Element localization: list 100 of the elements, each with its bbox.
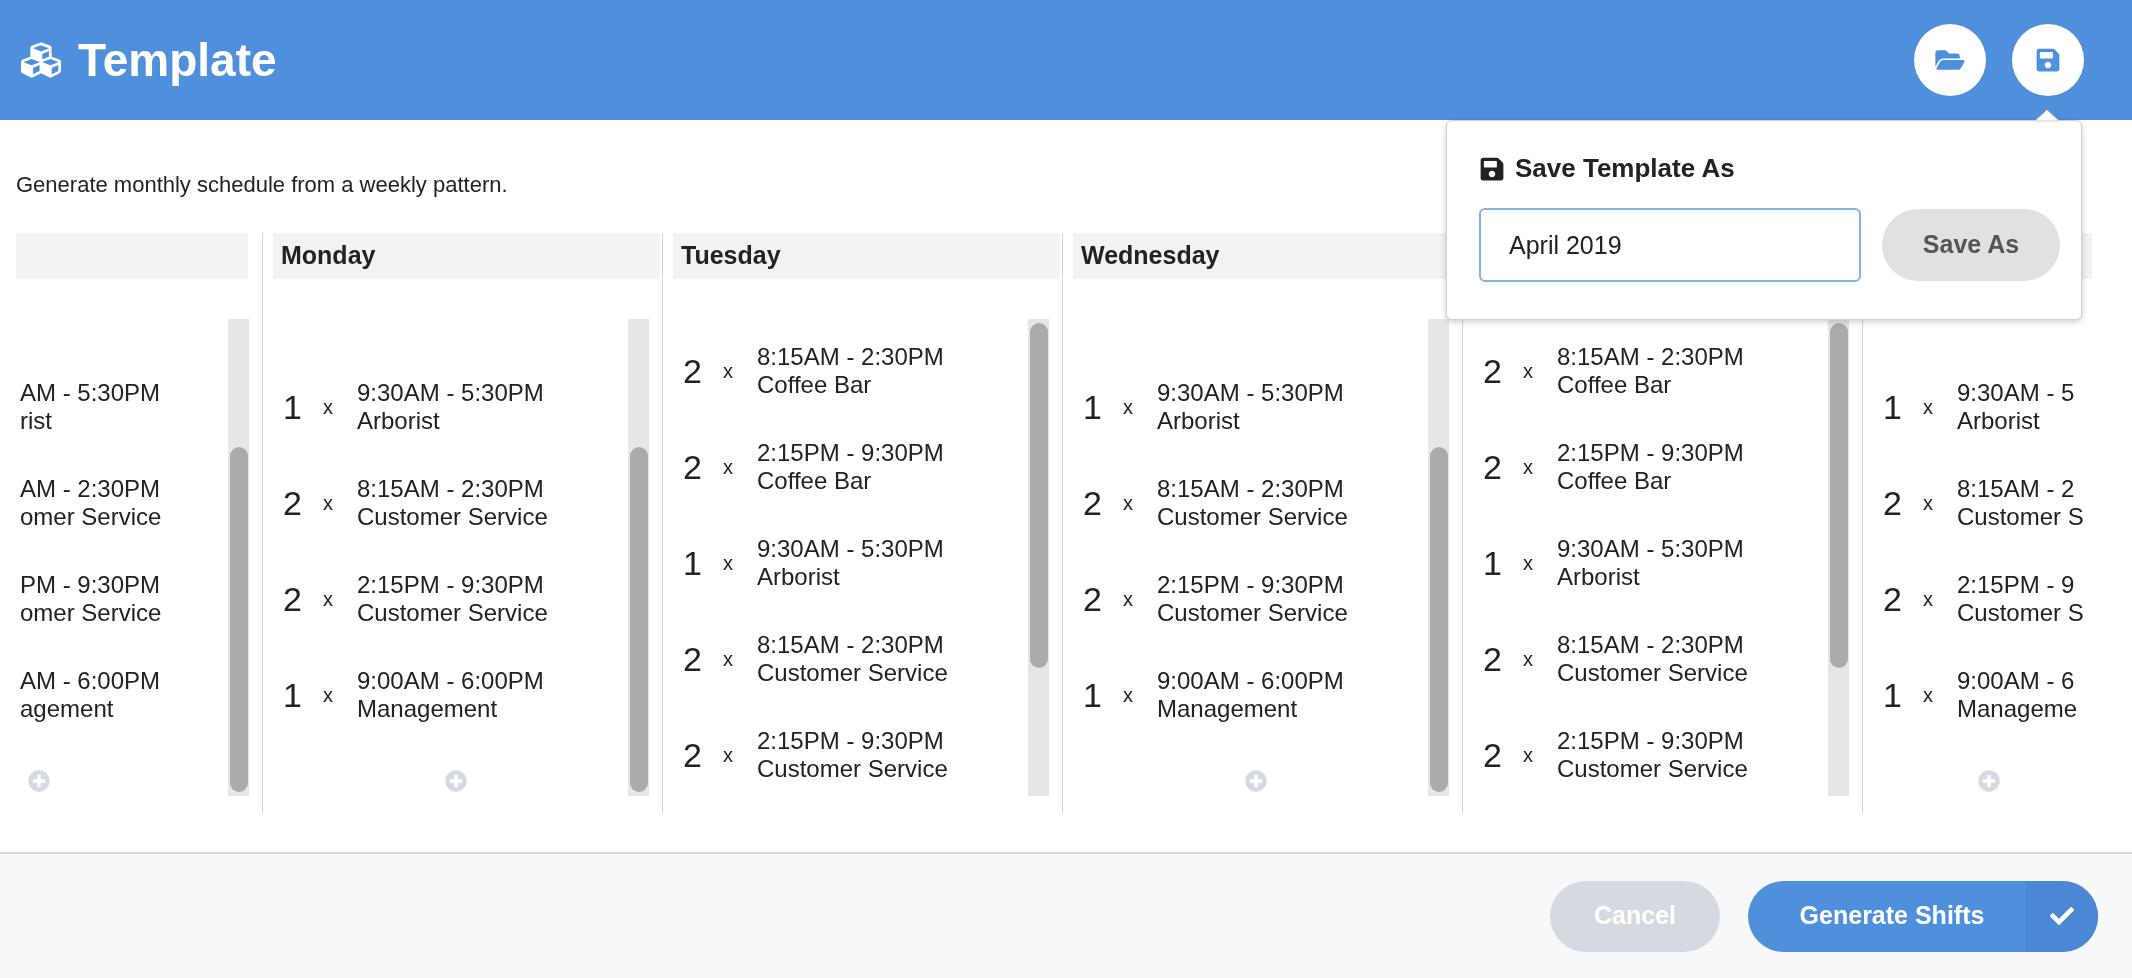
shift-time: PM - 9:30PM — [20, 571, 162, 599]
shift-role: omer Service — [20, 599, 162, 627]
shift-role: Management — [357, 695, 499, 723]
multiplier: x — [1123, 491, 1134, 516]
shift-role: Coffee Bar — [1557, 467, 1673, 495]
shift-role: Customer S — [1957, 599, 2084, 627]
shift-role: rist — [20, 407, 53, 435]
cubes-icon — [18, 40, 64, 80]
shift-role: Arborist — [1957, 407, 2041, 435]
shift-count: 1 — [683, 546, 703, 580]
multiplier: x — [1923, 395, 1934, 420]
save-as-button[interactable]: Save As — [1882, 209, 2060, 281]
folder-icon — [1935, 47, 1965, 73]
shift-time: 9:00AM - 6:00PM — [357, 667, 544, 695]
shift-role: Arborist — [1157, 407, 1241, 435]
shift-time: 8:15AM - 2:30PM — [1557, 631, 1745, 659]
shift-time: 9:00AM - 6:00PM — [1157, 667, 1344, 695]
shift-role: Coffee Bar — [757, 371, 873, 399]
shift-count: 2 — [1083, 486, 1103, 520]
shift-count: 2 — [1483, 354, 1503, 388]
multiplier: x — [1123, 587, 1134, 612]
shift-count: 2 — [283, 582, 303, 616]
shift-time: AM - 6:00PM — [20, 667, 161, 695]
shift-time: 2:15PM - 9:30PM — [357, 571, 545, 599]
shift-time: 8:15AM - 2 — [1957, 475, 2076, 503]
add-icon[interactable] — [1244, 770, 1267, 792]
multiplier: x — [1923, 683, 1934, 708]
shift-time: 2:15PM - 9:30PM — [1157, 571, 1345, 599]
shift-time: 2:15PM - 9:30PM — [1557, 439, 1744, 467]
shift-time: 2:15PM - 9:30PM — [757, 727, 945, 755]
shift-role: Customer Service — [357, 503, 548, 531]
shift-role: Arborist — [1557, 563, 1641, 591]
scrollbar[interactable] — [1828, 319, 1849, 796]
shift-time: 9:30AM - 5:30PM — [357, 379, 544, 407]
day-heading: Tuesday — [681, 240, 781, 272]
shift-count: 1 — [283, 678, 303, 712]
shift-count: 1 — [1083, 678, 1103, 712]
shift-role: Arborist — [357, 407, 441, 435]
multiplier: x — [323, 395, 334, 420]
shift-count: 2 — [683, 450, 703, 484]
multiplier: x — [1923, 587, 1934, 612]
shift-time: 8:15AM - 2:30PM — [357, 475, 545, 503]
multiplier: x — [1523, 551, 1534, 576]
multiplier: x — [1523, 743, 1534, 768]
shift-count: 2 — [683, 738, 703, 772]
multiplier: x — [323, 683, 334, 708]
popover-title: Save Template As — [1515, 152, 1735, 185]
scrollbar[interactable] — [1028, 319, 1049, 796]
shift-role: Customer Service — [357, 599, 548, 627]
shift-time: 9:30AM - 5:30PM — [1557, 535, 1744, 563]
scrollbar[interactable] — [228, 319, 249, 796]
shift-time: 9:30AM - 5:30PM — [1157, 379, 1344, 407]
shift-role: Management — [1157, 695, 1299, 723]
add-icon[interactable] — [28, 770, 50, 792]
shift-count: 2 — [1483, 642, 1503, 676]
multiplier: x — [723, 455, 734, 480]
shift-count: 2 — [1083, 582, 1103, 616]
shift-count: 2 — [1483, 738, 1503, 772]
shift-count: 2 — [283, 486, 303, 520]
shift-role: Customer Service — [1157, 503, 1348, 531]
shift-role: Manageme — [1957, 695, 2078, 723]
shift-time: 8:15AM - 2:30PM — [1557, 343, 1744, 371]
generate-shifts-button[interactable]: Generate Shifts — [1748, 880, 2098, 952]
shift-time: 8:15AM - 2:30PM — [1157, 475, 1345, 503]
page-title: Template — [78, 32, 277, 88]
multiplier: x — [723, 551, 734, 576]
shift-role: Customer Service — [757, 755, 948, 783]
multiplier: x — [1523, 359, 1534, 384]
shift-time: 8:15AM - 2:30PM — [757, 631, 945, 659]
scrollbar[interactable] — [1428, 319, 1449, 796]
shift-role: Customer Service — [1157, 599, 1348, 627]
shift-time: 9:30AM - 5 — [1957, 379, 2075, 407]
shift-count: 1 — [1883, 678, 1903, 712]
shift-count: 1 — [1083, 390, 1103, 424]
template-name-field[interactable]: April 2019 — [1479, 208, 1861, 282]
multiplier: x — [723, 647, 734, 672]
multiplier: x — [1123, 395, 1134, 420]
add-icon[interactable] — [1977, 770, 2000, 792]
multiplier: x — [323, 587, 334, 612]
check-icon — [2050, 904, 2074, 928]
shift-role: Customer S — [1957, 503, 2084, 531]
multiplier: x — [323, 491, 334, 516]
shift-count: 2 — [1483, 450, 1503, 484]
shift-time: 2:15PM - 9 — [1957, 571, 2076, 599]
day-heading: Monday — [281, 240, 376, 272]
shift-role: Coffee Bar — [757, 467, 873, 495]
shift-role: Customer Service — [1557, 755, 1748, 783]
shift-role: Coffee Bar — [1557, 371, 1673, 399]
multiplier: x — [1523, 647, 1534, 672]
shift-role: agement — [20, 695, 115, 723]
shift-count: 2 — [683, 642, 703, 676]
add-icon[interactable] — [444, 770, 467, 792]
day-heading: Wednesday — [1081, 240, 1220, 272]
shift-count: 1 — [1883, 390, 1903, 424]
shift-role: omer Service — [20, 503, 162, 531]
scrollbar[interactable] — [628, 319, 649, 796]
shift-count: 2 — [683, 354, 703, 388]
description: Generate monthly schedule from a weekly pattern. — [16, 171, 508, 199]
multiplier: x — [1523, 455, 1534, 480]
shift-time: AM - 5:30PM — [20, 379, 161, 407]
